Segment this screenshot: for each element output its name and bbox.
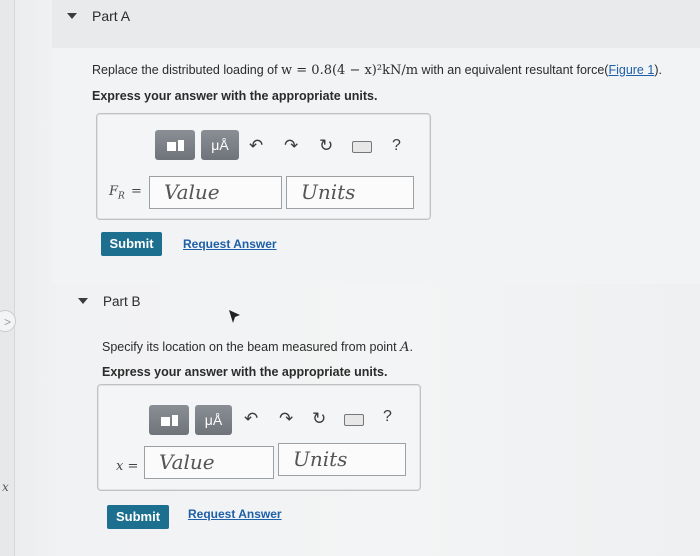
part-a-units-symbol-button[interactable]: μÅ	[201, 130, 239, 160]
part-b-units-symbol-button[interactable]: μÅ	[195, 405, 232, 435]
part-a-header[interactable]	[52, 0, 700, 48]
part-b-title: Part B	[103, 294, 141, 309]
templates-icon	[166, 131, 184, 161]
part-a-collapse-caret-icon[interactable]	[67, 13, 77, 19]
part-b-templates-button[interactable]	[149, 405, 189, 435]
page: > x Part A Replace the distributed loadi…	[0, 0, 700, 556]
part-b-request-answer-link[interactable]: Request Answer	[188, 507, 282, 521]
stray-x-mark: x	[2, 480, 9, 494]
part-b-instruction: Express your answer with the appropriate…	[102, 365, 388, 379]
part-a-answer-box: μÅ ↶ ↷ ↻ ? FR = Value Units	[96, 113, 431, 220]
part-a-instruction: Express your answer with the appropriate…	[92, 89, 378, 103]
part-b-keyboard-icon[interactable]	[344, 414, 364, 426]
part-b-question-prefix: Specify its location on the beam measure…	[102, 340, 401, 354]
part-a-units-input[interactable]: Units	[286, 176, 414, 209]
part-b-answer-box: μÅ ↶ ↷ ↻ ? x = Value Units	[97, 384, 421, 491]
part-b-question: Specify its location on the beam measure…	[102, 340, 413, 355]
part-a-question-middle: with an equivalent resultant force(	[418, 63, 609, 77]
part-b-collapse-caret-icon[interactable]	[78, 298, 88, 304]
part-a-redo-icon[interactable]: ↷	[284, 136, 298, 156]
part-a-variable-subscript: R	[118, 191, 125, 202]
part-b-reset-icon[interactable]: ↻	[312, 409, 326, 429]
part-a-keyboard-icon[interactable]	[352, 141, 372, 153]
part-a-help-icon[interactable]: ?	[392, 136, 401, 156]
part-a-value-input[interactable]: Value	[149, 176, 282, 209]
part-b-equals: =	[127, 459, 139, 474]
part-b-value-input[interactable]: Value	[144, 446, 274, 479]
part-b-help-icon[interactable]: ?	[383, 407, 392, 427]
part-a-load-formula: w = 0.8(4 − x)²kN/m	[281, 63, 419, 78]
part-a-submit-button[interactable]: Submit	[101, 232, 162, 256]
part-a-question-suffix: ).	[654, 63, 662, 77]
part-a-variable: F	[109, 184, 119, 199]
part-a-equals: =	[130, 184, 142, 199]
part-a-undo-icon[interactable]: ↶	[249, 136, 263, 156]
part-a-request-answer-link[interactable]: Request Answer	[183, 237, 277, 251]
part-a-question: Replace the distributed loading of w = 0…	[92, 63, 662, 78]
part-b-question-suffix: .	[409, 340, 413, 354]
part-b-variable-label: x =	[116, 459, 138, 474]
templates-icon	[160, 406, 178, 436]
part-b-undo-icon[interactable]: ↶	[244, 409, 258, 429]
part-a-templates-button[interactable]	[155, 130, 195, 160]
part-b-submit-button[interactable]: Submit	[107, 505, 169, 529]
part-a-question-prefix: Replace the distributed loading of	[92, 63, 282, 77]
part-a-reset-icon[interactable]: ↻	[319, 136, 333, 156]
part-b-redo-icon[interactable]: ↷	[279, 409, 293, 429]
part-b-variable: x	[116, 459, 124, 474]
part-a-variable-label: FR =	[109, 184, 142, 202]
part-b-units-input[interactable]: Units	[278, 443, 406, 476]
part-a-title: Part A	[92, 8, 131, 24]
figure-1-link[interactable]: Figure 1	[608, 63, 654, 77]
left-rail	[0, 0, 15, 556]
mouse-cursor-icon	[229, 310, 240, 323]
